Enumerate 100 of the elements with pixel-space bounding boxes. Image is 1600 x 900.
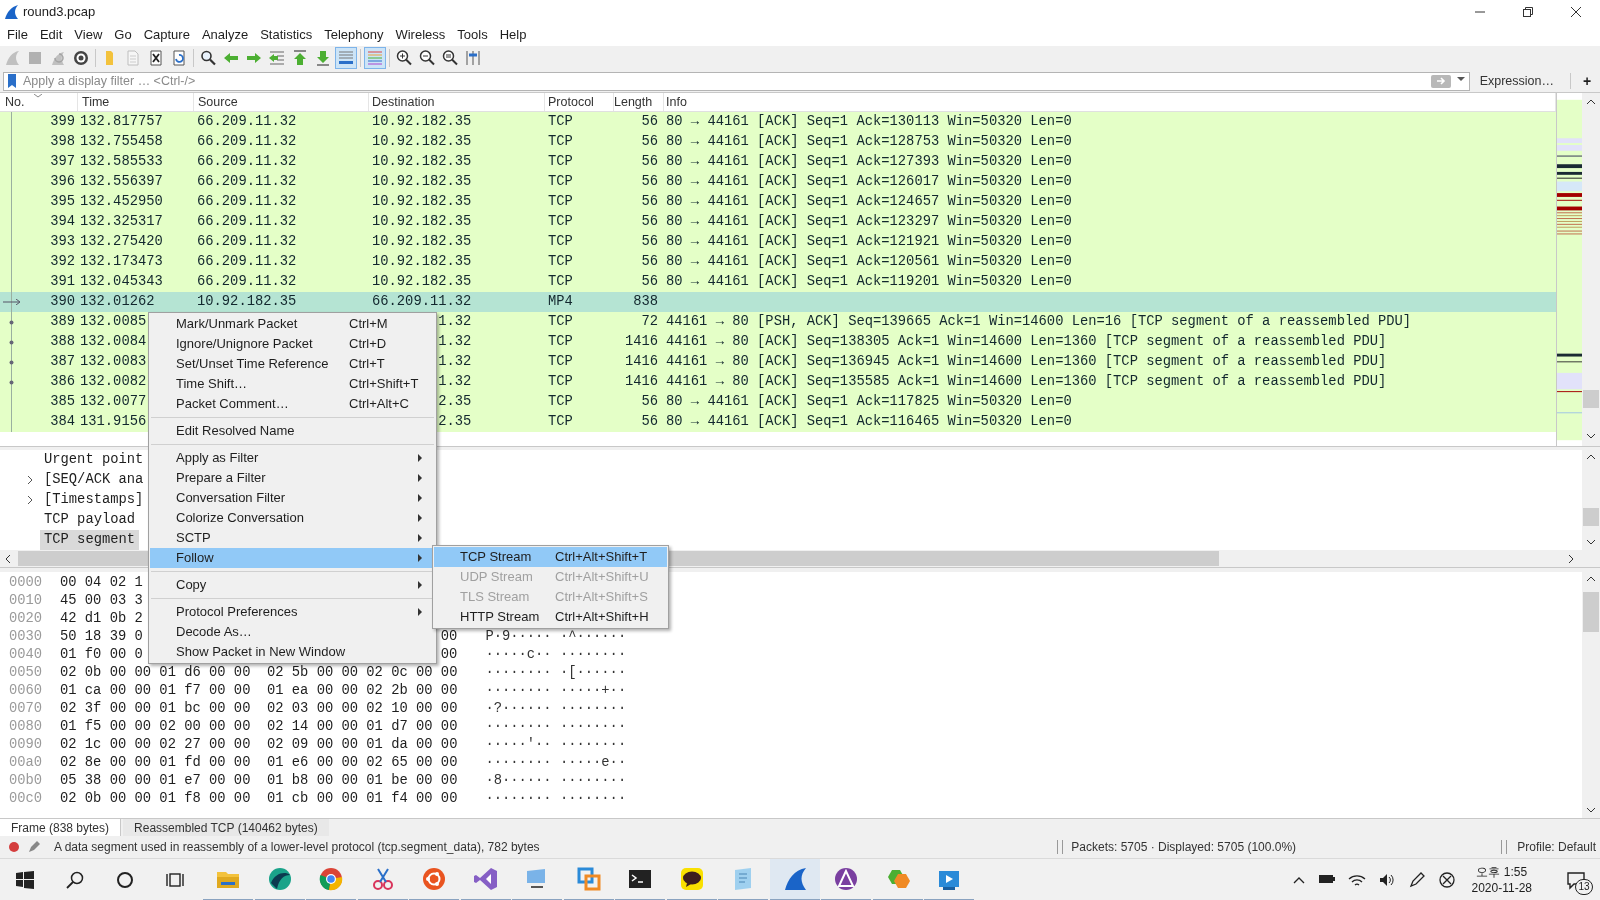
packet-row[interactable]: 392 132.173473 66.209.11.32 10.92.182.35 TCP 56 80 → 44161 [ACK] Seq=1 Ack=120561 Win=50320 Len=0	[0, 252, 1556, 272]
column-header[interactable]: Length	[614, 93, 653, 112]
menu-item[interactable]: Colorize Conversation	[150, 508, 435, 528]
table-cell: 132.045343	[80, 273, 163, 289]
table-cell: 1.32	[438, 313, 472, 329]
menu-item[interactable]: Conversation Filter	[150, 488, 435, 508]
packet-row[interactable]: 390 132.01262 10.92.182.35 66.209.11.32 MP4 838	[0, 292, 1556, 312]
menu-item[interactable]: SCTP	[150, 528, 435, 548]
clock-time[interactable]: 오후 1:55	[1476, 863, 1528, 880]
menu-item[interactable]: Decode As…	[150, 622, 435, 642]
settings-icon	[72, 49, 90, 67]
table-cell-text: 392	[50, 252, 75, 271]
window-title: round3.pcap	[23, 3, 96, 22]
packet-row[interactable]: 393 132.275420 66.209.11.32 10.92.182.35 TCP 56 80 → 44161 [ACK] Seq=1 Ack=121921 Win=50320 Len=0	[0, 232, 1556, 252]
menu-item[interactable]: Wireless	[389, 25, 452, 45]
tree-item[interactable]: TCP payload	[40, 509, 140, 531]
menu-item[interactable]: Apply as Filter	[150, 448, 435, 468]
apply-button[interactable]	[1430, 74, 1451, 88]
circle-icon	[116, 870, 134, 889]
table-cell: 56	[641, 133, 658, 149]
column-header[interactable]: Info	[666, 93, 687, 112]
menu-item[interactable]: Copy	[150, 575, 435, 595]
menu-item[interactable]: Protocol Preferences	[150, 602, 435, 622]
menu-item[interactable]: Tools	[451, 25, 494, 45]
table-cell: 10.92.182.35	[372, 273, 472, 289]
column-header[interactable]: No.	[5, 93, 25, 112]
menu-item[interactable]: File	[1, 25, 34, 45]
menu-item[interactable]: Ignore/Unignore Packet Ctrl+D	[150, 334, 435, 354]
menu-item[interactable]: Follow	[150, 548, 435, 568]
column-header[interactable]: Source	[198, 93, 238, 112]
packet-row[interactable]: 395 132.452950 66.209.11.32 10.92.182.35 TCP 56 80 → 44161 [ACK] Seq=1 Ack=124657 Win=50320 Len=0	[0, 192, 1556, 212]
table-cell: 66.209.11.32	[372, 293, 472, 309]
column-header[interactable]: Time	[82, 93, 110, 112]
menu-item[interactable]: Packet Comment… Ctrl+Alt+C	[150, 394, 435, 414]
column-header[interactable]: Protocol	[548, 93, 594, 112]
hex-offset: 0070	[8, 699, 44, 718]
tree-item[interactable]: TCP segment	[40, 529, 140, 551]
table-cell: 132.0082	[80, 373, 147, 389]
table-cell: 1.32	[438, 353, 472, 369]
table-cell: 44161 → 80 [ACK] Seq=136945 Ack=1 Win=14600 Len=1360 [TCP segment of a reassembled PDU]	[666, 353, 1387, 369]
tree-item[interactable]: [Timestamps]	[40, 489, 148, 511]
scrollbar-thumb[interactable]	[1583, 592, 1599, 632]
menu-item[interactable]: Capture	[137, 25, 196, 45]
menu-item[interactable]: Telephony	[318, 25, 390, 45]
menu-item[interactable]: Mark/Unmark Packet Ctrl+M	[150, 314, 435, 334]
expression-button[interactable]: Expression…	[1479, 71, 1554, 91]
hex-bytes: 02 0b 00 00 01 d6 00 00 02 5b 00 00 02 0c 00 00	[60, 663, 458, 682]
table-cell: 80 → 44161 [ACK] Seq=1 Ack=126017 Win=50320 Len=0	[666, 173, 1072, 189]
table-cell: 1.32	[438, 333, 472, 349]
hex-bytes: 02 3f 00 00 01 bc 00 00 02 03 00 00 02 10 00 00	[60, 699, 458, 718]
vertical-scrollbar[interactable]	[1582, 93, 1600, 446]
menu-item[interactable]: Edit	[33, 25, 69, 45]
tab[interactable]: Frame (838 bytes)	[0, 819, 122, 836]
colored-lines-icon	[366, 49, 384, 67]
menu-item[interactable]: Time Shift… Ctrl+Shift+T	[150, 374, 435, 394]
table-cell: 72	[641, 313, 658, 329]
menu-item[interactable]: Show Packet in New Window	[150, 642, 435, 662]
hex-offset: 0030	[8, 627, 44, 646]
table-cell: 10.92.182.35	[372, 113, 472, 129]
menu-item[interactable]: HTTP Stream Ctrl+Alt+Shift+H	[434, 607, 667, 627]
packet-row[interactable]: 394 132.325317 66.209.11.32 10.92.182.35 TCP 56 80 → 44161 [ACK] Seq=1 Ack=123297 Win=50320 Len=0	[0, 212, 1556, 232]
packet-row[interactable]: 399 132.817757 66.209.11.32 10.92.182.35 TCP 56 80 → 44161 [ACK] Seq=1 Ack=130113 Win=50320 Len=0	[0, 112, 1556, 132]
menu-item[interactable]: Set/Unset Time Reference Ctrl+T	[150, 354, 435, 374]
shortcut-text: Ctrl+Alt+Shift+U	[555, 568, 649, 587]
vertical-scrollbar[interactable]	[1582, 572, 1600, 818]
table-cell-text: 385	[50, 392, 75, 411]
packet-row[interactable]: 397 132.585533 66.209.11.32 10.92.182.35 TCP 56 80 → 44161 [ACK] Seq=1 Ack=127393 Win=50320 Len=0	[0, 152, 1556, 172]
table-cell: MP4	[548, 293, 573, 309]
packet-row[interactable]: 398 132.755458 66.209.11.32 10.92.182.35 TCP 56 80 → 44161 [ACK] Seq=1 Ack=128753 Win=50320 Len=0	[0, 132, 1556, 152]
table-cell: 56	[641, 273, 658, 289]
packet-row[interactable]: 396 132.556397 66.209.11.32 10.92.182.35 TCP 56 80 → 44161 [ACK] Seq=1 Ack=126017 Win=50320 Len=0	[0, 172, 1556, 192]
menu-item[interactable]: Analyze	[195, 25, 255, 45]
menu-item[interactable]: Help	[493, 25, 533, 45]
menu-item[interactable]: Prepare a Filter	[150, 468, 435, 488]
hex-offset: 0080	[8, 717, 44, 736]
table-cell-text: 386	[50, 372, 75, 391]
tab[interactable]: Reassembled TCP (140462 bytes)	[123, 819, 329, 836]
profile-label: Profile: Default	[1517, 839, 1596, 856]
scrollbar-thumb[interactable]	[1583, 390, 1599, 408]
packet-row[interactable]: 391 132.045343 66.209.11.32 10.92.182.35 TCP 56 80 → 44161 [ACK] Seq=1 Ack=119201 Win=50320 Len=0	[0, 272, 1556, 292]
tree-item[interactable]: [SEQ/ACK ana	[40, 469, 148, 491]
table-cell: 44161 → 80 [ACK] Seq=135585 Ack=1 Win=14600 Len=1360 [TCP segment of a reassembled PDU]	[666, 373, 1387, 389]
hex-bytes: 01 f5 00 00 02 00 00 00 02 14 00 00 01 d7 00 00	[60, 717, 458, 736]
restart-icon	[49, 49, 67, 67]
table-cell: 132.817757	[80, 113, 163, 129]
column-header[interactable]: Destination	[372, 93, 435, 112]
table-cell: 44161 → 80 [ACK] Seq=138305 Ack=1 Win=14600 Len=1360 [TCP segment of a reassembled PDU]	[666, 333, 1387, 349]
tree-item[interactable]: Urgent point	[40, 449, 148, 471]
packet-minimap[interactable]	[1556, 93, 1582, 447]
notification-count: 13	[1575, 878, 1593, 895]
clock-date[interactable]: 2020-11-28	[1471, 879, 1532, 896]
add-button[interactable]: +	[1577, 70, 1597, 92]
menu-item[interactable]: Go	[108, 25, 138, 45]
scrollbar-thumb[interactable]	[1583, 508, 1599, 526]
table-cell: TCP	[548, 373, 573, 389]
table-cell: 80 → 44161 [ACK] Seq=1 Ack=123297 Win=50320 Len=0	[666, 213, 1072, 229]
menu-item[interactable]: TCP Stream Ctrl+Alt+Shift+T	[434, 547, 667, 567]
menu-item[interactable]: View	[68, 25, 109, 45]
vertical-scrollbar[interactable]	[1582, 450, 1600, 550]
menu-item[interactable]: Statistics	[254, 25, 319, 45]
